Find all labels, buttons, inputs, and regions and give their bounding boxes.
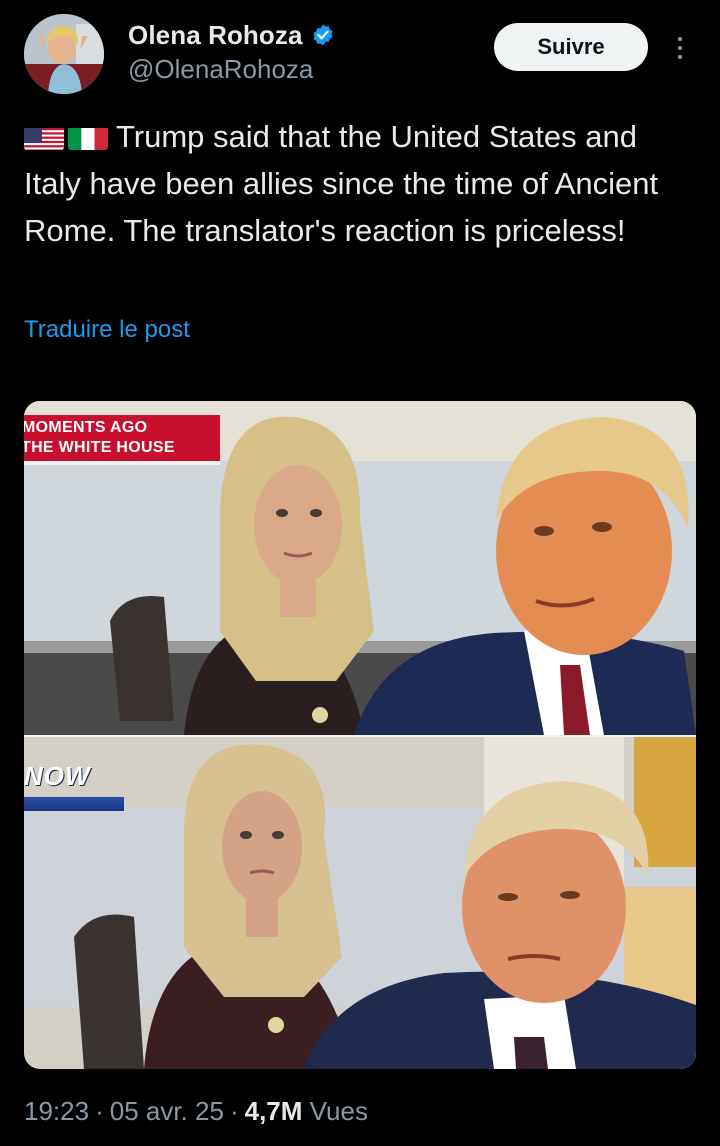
avatar[interactable]: [24, 14, 104, 94]
news-logo-bottom: NOW: [24, 747, 128, 811]
translate-post-link[interactable]: Traduire le post: [24, 316, 190, 344]
post-meta: 19:23 · 05 avr. 25 · 4,7M Vues: [24, 1096, 368, 1127]
news-logo-bar: [24, 797, 124, 811]
follow-button[interactable]: Suivre: [494, 23, 648, 71]
post-date[interactable]: 05 avr. 25: [110, 1096, 224, 1126]
chyron-accent: [24, 461, 220, 465]
views-count: 4,7M: [244, 1096, 303, 1126]
meta-separator: ·: [229, 1096, 239, 1126]
post-body-text: Trump said that the United States and It…: [24, 119, 659, 248]
profile-photo-icon: [24, 14, 104, 94]
media-frame-top: MOMENTS AGO THE WHITE HOUSE: [24, 401, 696, 735]
news-logo-text: NOW: [24, 761, 91, 791]
news-chyron-top: MOMENTS AGO THE WHITE HOUSE: [24, 415, 220, 461]
post-media[interactable]: MOMENTS AGO THE WHITE HOUSE NOW: [24, 401, 696, 1069]
author-name-row[interactable]: Olena Rohoza: [128, 18, 335, 52]
us-flag-icon: [24, 122, 64, 150]
views-label: Vues: [309, 1096, 368, 1126]
chyron-line-1: MOMENTS AGO: [24, 419, 148, 436]
meta-separator: ·: [95, 1096, 104, 1126]
media-frame-bottom: NOW: [24, 737, 696, 1069]
italy-flag-icon: [68, 122, 108, 150]
scene-image-bottom: [24, 737, 696, 1069]
more-vertical-icon[interactable]: [668, 30, 692, 66]
author-display-name[interactable]: Olena Rohoza: [128, 20, 303, 51]
post-text: Trump said that the United States and It…: [24, 113, 694, 254]
verified-badge-icon: [311, 23, 335, 47]
post-time[interactable]: 19:23: [24, 1096, 89, 1126]
post-container: Olena Rohoza @OlenaRohoza Suivre Trump s…: [0, 0, 720, 1146]
chyron-line-2: THE WHITE HOUSE: [24, 439, 175, 456]
flag-emojis: [24, 122, 112, 150]
author-handle[interactable]: @OlenaRohoza: [128, 54, 313, 85]
